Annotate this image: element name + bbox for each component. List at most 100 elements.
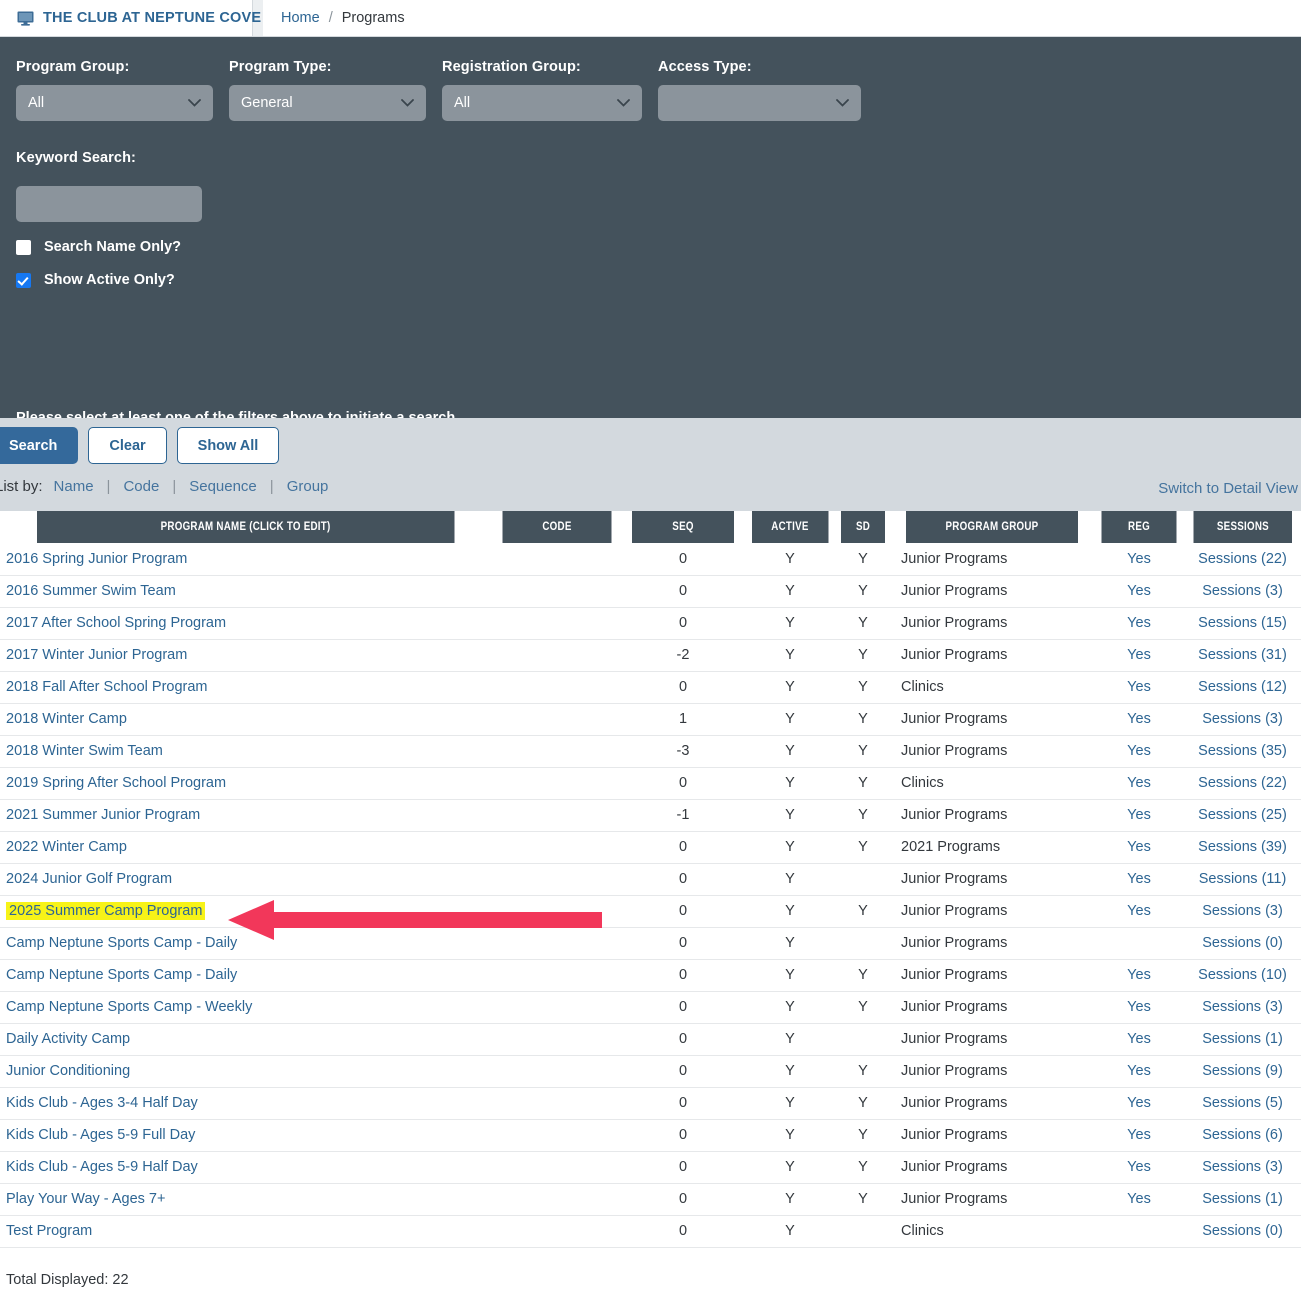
sessions-link[interactable]: Sessions (25) [1198, 807, 1287, 823]
sessions-link[interactable]: Sessions (35) [1198, 743, 1287, 759]
program-name-link[interactable]: Camp Neptune Sports Camp - Weekly [6, 999, 252, 1015]
program-name-link[interactable]: 2021 Summer Junior Program [6, 807, 200, 823]
breadcrumb-home[interactable]: Home [281, 10, 320, 26]
program-name-link[interactable]: Kids Club - Ages 5-9 Half Day [6, 1159, 198, 1175]
reg-link[interactable]: Yes [1127, 903, 1151, 919]
program-name-link[interactable]: 2018 Winter Camp [6, 711, 127, 727]
program-name-link[interactable]: 2025 Summer Camp Program [6, 902, 206, 920]
reg-link[interactable]: Yes [1127, 647, 1151, 663]
sessions-link[interactable]: Sessions (6) [1202, 1127, 1283, 1143]
program-name-link[interactable]: Camp Neptune Sports Camp - Daily [6, 967, 237, 983]
program-name-link[interactable]: 2024 Junior Golf Program [6, 871, 172, 887]
list-by-code[interactable]: Code [123, 478, 159, 495]
sessions-link[interactable]: Sessions (22) [1198, 775, 1287, 791]
program-group-select[interactable]: All [16, 85, 213, 121]
list-by-sequence[interactable]: Sequence [189, 478, 257, 495]
program-name-link[interactable]: 2016 Spring Junior Program [6, 551, 187, 567]
switch-to-detail-view-link[interactable]: Switch to Detail View [1158, 480, 1298, 497]
reg-link[interactable]: Yes [1127, 1063, 1151, 1079]
sessions-link[interactable]: Sessions (9) [1202, 1063, 1283, 1079]
column-header-program-name[interactable]: PROGRAM NAME (CLICK TO EDIT) [36, 511, 456, 543]
keyword-search-field: Keyword Search: [0, 150, 1301, 222]
sessions-link[interactable]: Sessions (12) [1198, 679, 1287, 695]
cell-sessions: Sessions (3) [1184, 703, 1301, 736]
brand-tab[interactable]: THE CLUB AT NEPTUNE COVE [0, 0, 261, 36]
access-type-select[interactable] [658, 85, 861, 121]
reg-link[interactable]: Yes [1127, 775, 1151, 791]
program-name-link[interactable]: 2016 Summer Swim Team [6, 583, 176, 599]
column-header-active[interactable]: ACTIVE [750, 511, 830, 543]
program-name-link[interactable]: Camp Neptune Sports Camp - Daily [6, 935, 237, 951]
program-name-link[interactable]: Play Your Way - Ages 7+ [6, 1191, 165, 1207]
program-name-link[interactable]: 2018 Fall After School Program [6, 679, 208, 695]
clear-button[interactable]: Clear [88, 427, 167, 464]
chevron-down-icon [617, 95, 630, 111]
program-type-select[interactable]: General [229, 85, 426, 121]
sessions-link[interactable]: Sessions (0) [1202, 935, 1283, 951]
sessions-link[interactable]: Sessions (1) [1202, 1031, 1283, 1047]
search-name-only-checkbox[interactable] [16, 239, 31, 255]
reg-link[interactable]: Yes [1127, 807, 1151, 823]
program-name-link[interactable]: 2017 Winter Junior Program [6, 647, 187, 663]
search-name-only-row[interactable]: Search Name Only? [0, 239, 1301, 255]
program-name-link[interactable]: 2022 Winter Camp [6, 839, 127, 855]
column-header-code[interactable]: CODE [500, 511, 613, 543]
list-by-name[interactable]: Name [54, 478, 94, 495]
reg-link[interactable]: Yes [1127, 711, 1151, 727]
sessions-link[interactable]: Sessions (3) [1202, 903, 1283, 919]
cell-program-group: Junior Programs [890, 1119, 1094, 1152]
reg-link[interactable]: Yes [1127, 679, 1151, 695]
sessions-link[interactable]: Sessions (3) [1202, 583, 1283, 599]
reg-link[interactable]: Yes [1127, 1159, 1151, 1175]
show-active-only-checkbox[interactable] [16, 272, 31, 288]
list-by-group[interactable]: Group [287, 478, 329, 495]
keyword-search-input[interactable] [16, 186, 202, 222]
sessions-link[interactable]: Sessions (0) [1202, 1223, 1283, 1239]
program-name-link[interactable]: 2019 Spring After School Program [6, 775, 226, 791]
cell-code [492, 607, 622, 640]
reg-link[interactable]: Yes [1127, 1095, 1151, 1111]
sessions-link[interactable]: Sessions (1) [1202, 1191, 1283, 1207]
column-header-seq[interactable]: SEQ [630, 511, 735, 543]
sessions-link[interactable]: Sessions (15) [1198, 615, 1287, 631]
sessions-link[interactable]: Sessions (5) [1202, 1095, 1283, 1111]
cell-active: Y [744, 639, 836, 672]
sessions-link[interactable]: Sessions (11) [1199, 871, 1287, 887]
show-active-only-row[interactable]: Show Active Only? [0, 272, 1301, 288]
reg-link[interactable]: Yes [1127, 583, 1151, 599]
reg-link[interactable]: Yes [1127, 839, 1151, 855]
program-name-link[interactable]: Daily Activity Camp [6, 1031, 130, 1047]
program-name-link[interactable]: Junior Conditioning [6, 1063, 130, 1079]
search-button[interactable]: Search [0, 427, 79, 464]
program-name-link[interactable]: 2018 Winter Swim Team [6, 743, 163, 759]
program-name-link[interactable]: Test Program [6, 1223, 92, 1239]
reg-link[interactable]: Yes [1127, 615, 1151, 631]
sessions-link[interactable]: Sessions (10) [1198, 967, 1287, 983]
column-header-program-group[interactable]: PROGRAM GROUP [904, 511, 1079, 543]
registration-group-select[interactable]: All [442, 85, 642, 121]
cell-sessions: Sessions (0) [1184, 1215, 1301, 1248]
reg-link[interactable]: Yes [1127, 967, 1151, 983]
column-header-reg[interactable]: REG [1099, 511, 1178, 543]
sessions-link[interactable]: Sessions (3) [1202, 711, 1283, 727]
column-header-sd[interactable]: SD [839, 511, 886, 543]
sessions-link[interactable]: Sessions (3) [1202, 1159, 1283, 1175]
cell-program-name: Kids Club - Ages 5-9 Full Day [0, 1119, 492, 1152]
reg-link[interactable]: Yes [1127, 871, 1151, 887]
reg-link[interactable]: Yes [1127, 1031, 1151, 1047]
program-name-link[interactable]: 2017 After School Spring Program [6, 615, 226, 631]
reg-link[interactable]: Yes [1127, 1127, 1151, 1143]
sessions-link[interactable]: Sessions (39) [1198, 839, 1287, 855]
program-name-link[interactable]: Kids Club - Ages 3-4 Half Day [6, 1095, 198, 1111]
sessions-link[interactable]: Sessions (31) [1198, 647, 1287, 663]
reg-link[interactable]: Yes [1127, 551, 1151, 567]
reg-link[interactable]: Yes [1127, 743, 1151, 759]
reg-link[interactable]: Yes [1127, 999, 1151, 1015]
program-name-link[interactable]: Kids Club - Ages 5-9 Full Day [6, 1127, 195, 1143]
program-type-value: General [241, 95, 293, 111]
sessions-link[interactable]: Sessions (22) [1198, 551, 1287, 567]
reg-link[interactable]: Yes [1127, 1191, 1151, 1207]
show-all-button[interactable]: Show All [176, 427, 280, 464]
column-header-sessions[interactable]: SESSIONS [1191, 511, 1293, 543]
sessions-link[interactable]: Sessions (3) [1202, 999, 1283, 1015]
